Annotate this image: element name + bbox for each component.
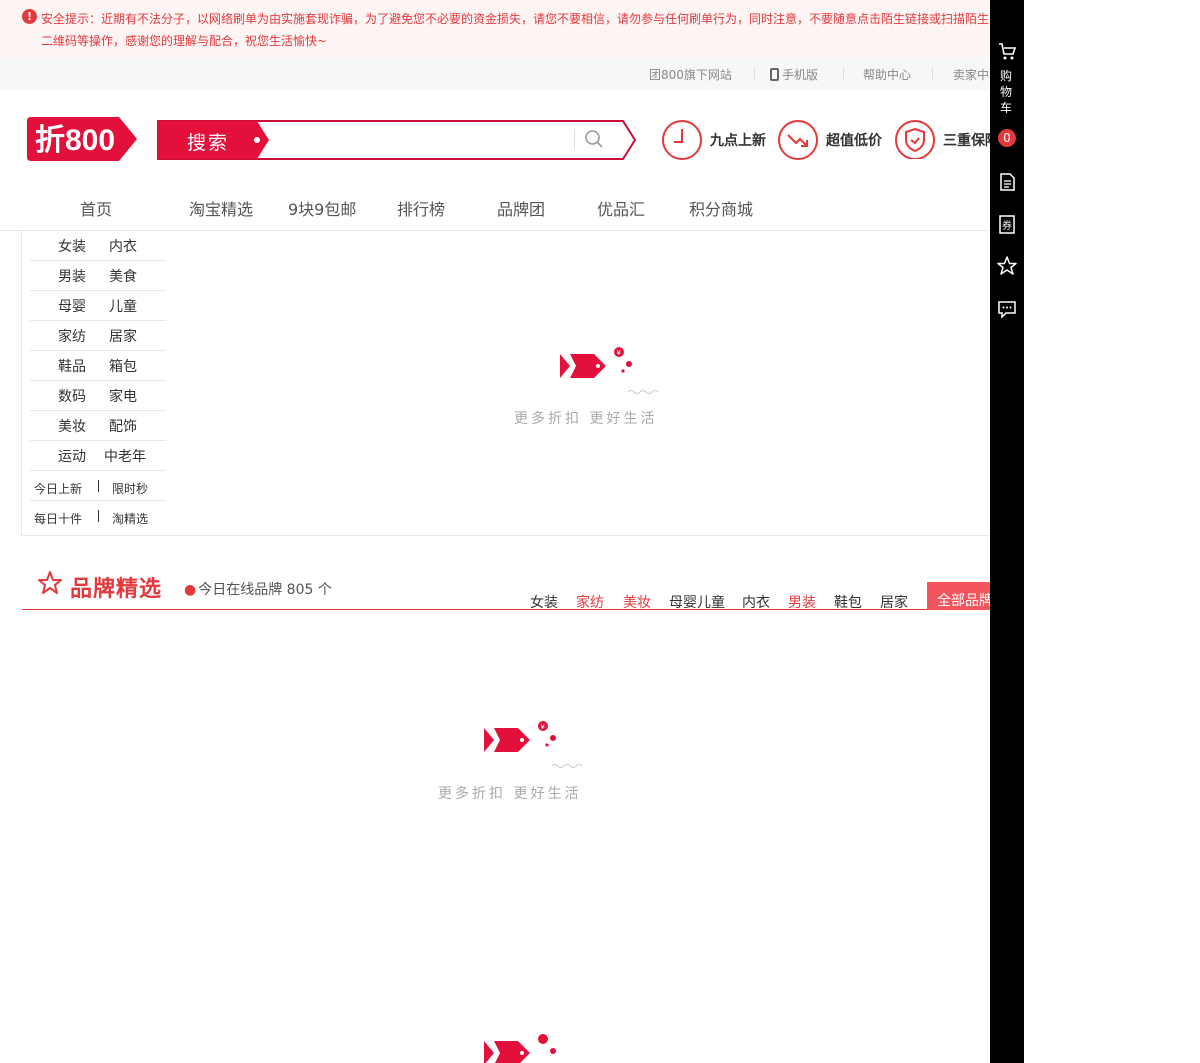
feature-guarantee[interactable]: 三重保障 [894, 119, 990, 159]
brand-tab[interactable]: 家纺 [576, 592, 604, 612]
category-link[interactable]: 家电 [109, 386, 137, 406]
brand-tab[interactable]: 美妆 [623, 592, 651, 612]
nav-points-mall[interactable]: 积分商城 [689, 196, 753, 220]
cart-icon[interactable] [996, 40, 1018, 62]
all-brands-button[interactable]: 全部品牌 [927, 582, 990, 610]
category-row: 家纺 居家 [30, 321, 166, 351]
svg-text:券: 券 [1002, 219, 1012, 232]
feature-low-price[interactable]: 超值低价 [777, 119, 892, 160]
cart-count-badge: 0 [998, 129, 1016, 147]
category-link[interactable]: 配饰 [109, 416, 137, 436]
security-notice-text: 安全提示：近期有不法分子，以网络刷单为由实施套现诈骗，为了避免您不必要的资金损失… [41, 12, 990, 48]
security-notice: ! 安全提示：近期有不法分子，以网络刷单为由实施套现诈骗，为了避免您不必要的资金… [0, 0, 990, 58]
quick-link[interactable]: 淘精选 [112, 510, 148, 527]
price-down-icon [778, 120, 818, 160]
search-icon[interactable] [584, 129, 604, 149]
category-row: 美妆 配饰 [30, 411, 166, 441]
search-input[interactable] [267, 124, 612, 155]
divider [98, 480, 99, 492]
divider [574, 129, 575, 149]
fish-tag-logo-icon: ¥ [560, 347, 659, 394]
svg-text:¥: ¥ [541, 723, 546, 731]
fish-tag-logo-icon [484, 1034, 556, 1063]
search-bar: 搜索 [157, 120, 637, 160]
category-link[interactable]: 中老年 [104, 446, 146, 466]
category-link[interactable]: 运动 [58, 446, 86, 466]
nav-youpinhui[interactable]: 优品汇 [597, 196, 645, 220]
quick-link[interactable]: 限时秒 [112, 480, 148, 497]
divider [932, 68, 933, 79]
brand-tab[interactable]: 母婴儿童 [669, 592, 725, 612]
category-link[interactable]: 美食 [109, 266, 137, 286]
brand-section-title: 品牌精选 [70, 577, 163, 602]
category-row: 母婴 儿童 [30, 291, 166, 321]
coupon-icon[interactable]: 券 [996, 213, 1018, 235]
category-row: 运动 中老年 [30, 441, 166, 471]
svg-text:¥: ¥ [617, 349, 622, 357]
search-button[interactable]: 搜索 [187, 128, 229, 155]
phone-icon [770, 68, 779, 81]
fish-tag-logo-icon: ¥ [484, 721, 583, 768]
help-center-link[interactable]: 帮助中心 [863, 66, 911, 83]
category-row: 男装 美食 [30, 261, 166, 291]
top-links-bar: 团800旗下网站 手机版 帮助中心 卖家中心 [0, 58, 1001, 90]
quick-link[interactable]: 今日上新 [34, 480, 82, 497]
brand-tab[interactable]: 女装 [530, 592, 558, 612]
clock-icon [662, 120, 702, 160]
quick-link[interactable]: 每日十件 [34, 510, 82, 527]
right-toolbar: 购物车 0 券 [990, 0, 1024, 1063]
category-link[interactable]: 女装 [58, 236, 86, 256]
quick-links-row: 今日上新 限时秒 [30, 471, 166, 501]
star-icon [38, 571, 62, 594]
slogan-text: 更多折扣 更好生活 [438, 786, 582, 802]
slogan-text: 更多折扣 更好生活 [514, 411, 658, 427]
brand-tab[interactable]: 男装 [788, 592, 816, 612]
category-link[interactable]: 数码 [58, 386, 86, 406]
category-row: 鞋品 箱包 [30, 351, 166, 381]
divider [843, 68, 844, 79]
brand-tab[interactable]: 鞋包 [834, 592, 862, 612]
category-link[interactable]: 居家 [109, 326, 137, 346]
order-list-icon[interactable] [996, 171, 1018, 193]
category-link[interactable]: 内衣 [109, 236, 137, 256]
brand-tab[interactable]: 内衣 [742, 592, 770, 612]
brand-section-header: 品牌精选 ● 今日在线品牌 805 个 女装 家纺 美妆 母婴儿童 内衣 男装 鞋… [22, 560, 990, 612]
brand-tab[interactable]: 居家 [880, 592, 908, 612]
divider [98, 510, 99, 522]
favorite-star-icon[interactable] [996, 255, 1018, 277]
category-link[interactable]: 美妆 [58, 416, 86, 436]
mobile-version-link[interactable]: 手机版 [770, 66, 818, 83]
nav-brand-group[interactable]: 品牌团 [497, 196, 545, 220]
category-link[interactable]: 母婴 [58, 296, 86, 316]
divider [754, 68, 755, 79]
quick-links-row: 每日十件 淘精选 [30, 501, 166, 531]
category-link[interactable]: 鞋品 [58, 356, 86, 376]
main-nav: 首页 淘宝精选 9块9包邮 排行榜 品牌团 优品汇 积分商城 [0, 185, 990, 231]
shield-icon [895, 120, 935, 159]
zhe800-logo[interactable]: 折800 [27, 117, 137, 161]
feature-new-arrivals[interactable]: 九点上新 [661, 119, 776, 160]
category-row: 数码 家电 [30, 381, 166, 411]
nav-ranking[interactable]: 排行榜 [397, 196, 445, 220]
brand-online-count: ● 今日在线品牌 805 个 [184, 582, 332, 598]
category-link[interactable]: 箱包 [109, 356, 137, 376]
category-link[interactable]: 男装 [58, 266, 86, 286]
category-link[interactable]: 家纺 [58, 326, 86, 346]
category-row: 女装 内衣 [30, 231, 166, 261]
nav-9-9-free-shipping[interactable]: 9块9包邮 [288, 196, 356, 220]
cart-label[interactable]: 购物车 [1000, 68, 1014, 116]
tuan800-sites-link[interactable]: 团800旗下网站 [649, 66, 732, 83]
svg-text:折800: 折800 [35, 124, 115, 157]
nav-taobao-selection[interactable]: 淘宝精选 [189, 196, 253, 220]
category-link[interactable]: 儿童 [109, 296, 137, 316]
nav-home[interactable]: 首页 [80, 196, 112, 220]
message-icon[interactable] [996, 298, 1018, 320]
warning-icon: ! [22, 9, 37, 24]
category-panel: 女装 内衣 男装 美食 母婴 儿童 家纺 居家 鞋品 箱包 数码 家电 美妆 配… [21, 231, 990, 536]
